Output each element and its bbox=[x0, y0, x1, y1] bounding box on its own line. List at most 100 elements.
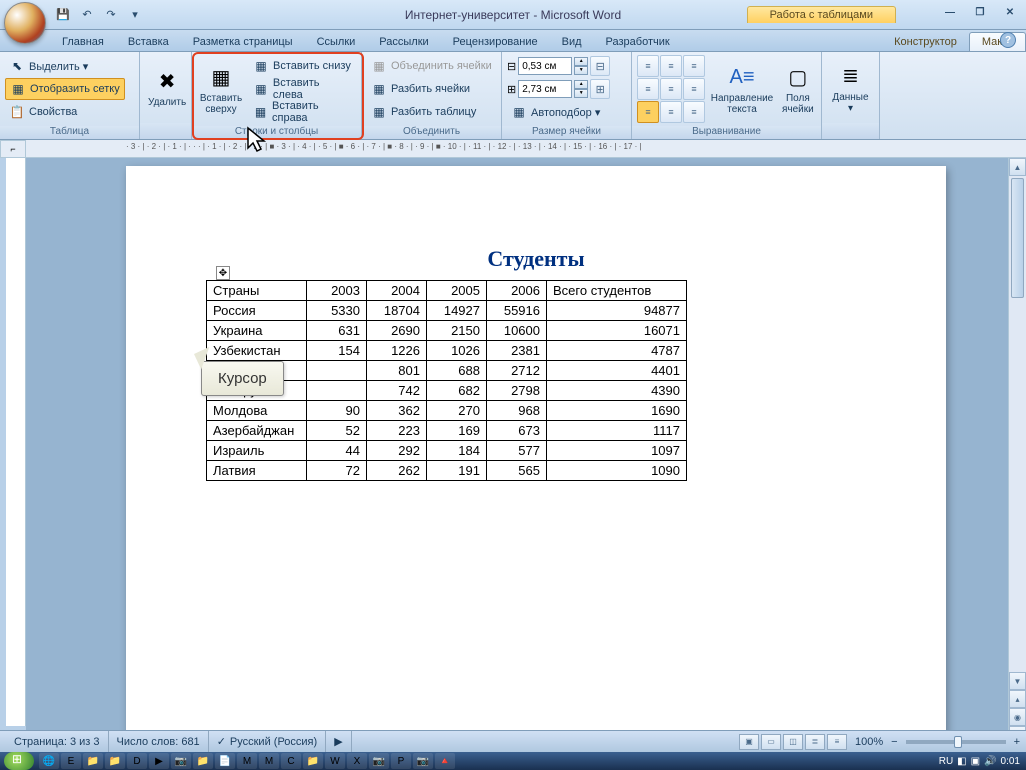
align-tr[interactable]: ≡ bbox=[683, 55, 705, 77]
taskbar-item[interactable]: D bbox=[127, 753, 147, 769]
select-button[interactable]: ⬉Выделить ▾ bbox=[5, 55, 125, 77]
align-br[interactable]: ≡ bbox=[683, 101, 705, 123]
align-ml[interactable]: ≡ bbox=[637, 78, 659, 100]
height-up[interactable]: ▲ bbox=[574, 57, 588, 66]
zoom-out-button[interactable]: − bbox=[891, 736, 897, 748]
table-cell[interactable]: 184 bbox=[427, 441, 487, 461]
table-header-cell[interactable]: 2006 bbox=[487, 281, 547, 301]
taskbar-item[interactable]: 📁 bbox=[83, 753, 103, 769]
table-cell[interactable]: Латвия bbox=[207, 461, 307, 481]
height-down[interactable]: ▼ bbox=[574, 66, 588, 75]
insert-left-button[interactable]: ▦Вставить слева bbox=[249, 78, 356, 100]
table-row[interactable]: Латвия722621915651090 bbox=[207, 461, 687, 481]
align-bl[interactable]: ≡ bbox=[637, 101, 659, 123]
status-macro[interactable]: ▶ bbox=[326, 731, 351, 752]
vertical-scrollbar[interactable]: ▲ ▼ ▴ ◉ ▾ bbox=[1008, 158, 1026, 744]
scroll-down-button[interactable]: ▼ bbox=[1009, 672, 1026, 690]
table-cell[interactable]: Азербайджан bbox=[207, 421, 307, 441]
table-cell[interactable]: 2712 bbox=[487, 361, 547, 381]
table-cell[interactable]: 10600 bbox=[487, 321, 547, 341]
help-icon[interactable]: ? bbox=[1000, 32, 1016, 48]
table-cell[interactable]: 1090 bbox=[547, 461, 687, 481]
tab-references[interactable]: Ссылки bbox=[305, 33, 368, 51]
table-header-cell[interactable]: 2003 bbox=[307, 281, 367, 301]
view-draft[interactable]: ≡ bbox=[827, 734, 847, 750]
table-cell[interactable] bbox=[307, 381, 367, 401]
width-up[interactable]: ▲ bbox=[574, 80, 588, 89]
table-cell[interactable]: 631 bbox=[307, 321, 367, 341]
table-cell[interactable] bbox=[307, 361, 367, 381]
taskbar-item[interactable]: E bbox=[61, 753, 81, 769]
tab-layout[interactable]: Макет bbox=[969, 32, 1026, 51]
taskbar-item[interactable]: 📷 bbox=[171, 753, 191, 769]
table-cell[interactable]: 1690 bbox=[547, 401, 687, 421]
close-button[interactable]: ✕ bbox=[1000, 4, 1020, 20]
table-cell[interactable]: 577 bbox=[487, 441, 547, 461]
insert-below-button[interactable]: ▦Вставить снизу bbox=[249, 55, 356, 77]
table-header-cell[interactable]: Всего студентов bbox=[547, 281, 687, 301]
table-cell[interactable]: 223 bbox=[367, 421, 427, 441]
table-cell[interactable]: 4401 bbox=[547, 361, 687, 381]
table-row[interactable]: Молдова903622709681690 bbox=[207, 401, 687, 421]
table-cell[interactable]: 4390 bbox=[547, 381, 687, 401]
align-tc[interactable]: ≡ bbox=[660, 55, 682, 77]
scroll-thumb[interactable] bbox=[1011, 178, 1024, 298]
tray-volume-icon[interactable]: 🔊 bbox=[984, 756, 996, 767]
delete-button[interactable]: ✖ Удалить bbox=[145, 55, 189, 120]
col-width-input[interactable] bbox=[518, 80, 572, 98]
view-outline[interactable]: ≣ bbox=[805, 734, 825, 750]
table-cell[interactable]: Молдова bbox=[207, 401, 307, 421]
cell-margins-button[interactable]: ▢ Поля ячейки bbox=[779, 55, 817, 123]
table-row[interactable]: Израиль442921845771097 bbox=[207, 441, 687, 461]
table-cell[interactable]: 1097 bbox=[547, 441, 687, 461]
table-cell[interactable]: 262 bbox=[367, 461, 427, 481]
taskbar-item[interactable]: C bbox=[281, 753, 301, 769]
view-gridlines-button[interactable]: ▦Отобразить сетку bbox=[5, 78, 125, 100]
tab-review[interactable]: Рецензирование bbox=[441, 33, 550, 51]
tab-view[interactable]: Вид bbox=[550, 33, 594, 51]
taskbar-item[interactable]: M bbox=[237, 753, 257, 769]
start-button[interactable] bbox=[4, 752, 34, 770]
autofit-button[interactable]: ▦Автоподбор ▾ bbox=[507, 101, 626, 123]
tab-page-layout[interactable]: Разметка страницы bbox=[181, 33, 305, 51]
table-cell[interactable]: 1226 bbox=[367, 341, 427, 361]
table-cell[interactable]: 18704 bbox=[367, 301, 427, 321]
table-row[interactable]: Россия533018704149275591694877 bbox=[207, 301, 687, 321]
qat-redo-icon[interactable]: ↷ bbox=[102, 6, 120, 24]
taskbar-item[interactable]: 📁 bbox=[105, 753, 125, 769]
table-row[interactable]: Узбекистан1541226102623814787 bbox=[207, 341, 687, 361]
taskbar-item[interactable]: 🌐 bbox=[39, 753, 59, 769]
align-bc[interactable]: ≡ bbox=[660, 101, 682, 123]
tab-mailings[interactable]: Рассылки bbox=[367, 33, 440, 51]
row-height-input[interactable] bbox=[518, 57, 572, 75]
status-words[interactable]: Число слов: 681 bbox=[109, 731, 209, 752]
table-cell[interactable]: 2798 bbox=[487, 381, 547, 401]
view-web[interactable]: ◫ bbox=[783, 734, 803, 750]
table-move-handle[interactable]: ✥ bbox=[216, 266, 230, 280]
status-page[interactable]: Страница: 3 из 3 bbox=[6, 731, 109, 752]
zoom-thumb[interactable] bbox=[954, 736, 962, 748]
insert-above-button[interactable]: ▦ Вставить сверху bbox=[197, 55, 245, 123]
table-cell[interactable]: 52 bbox=[307, 421, 367, 441]
status-language[interactable]: ✓Русский (Россия) bbox=[209, 731, 327, 752]
table-cell[interactable]: 90 bbox=[307, 401, 367, 421]
tab-insert[interactable]: Вставка bbox=[116, 33, 181, 51]
zoom-in-button[interactable]: + bbox=[1014, 736, 1020, 748]
tray-lang[interactable]: RU bbox=[939, 756, 953, 767]
taskbar-item[interactable]: ▶ bbox=[149, 753, 169, 769]
ruler-toggle[interactable]: ⌐ bbox=[0, 140, 26, 158]
table-cell[interactable]: 2150 bbox=[427, 321, 487, 341]
taskbar-item[interactable]: P bbox=[391, 753, 411, 769]
prev-page-button[interactable]: ▴ bbox=[1009, 690, 1026, 708]
tray-icon[interactable]: ▣ bbox=[971, 756, 980, 767]
tab-design[interactable]: Конструктор bbox=[882, 33, 969, 51]
table-cell[interactable]: Израиль bbox=[207, 441, 307, 461]
table-cell[interactable]: 742 bbox=[367, 381, 427, 401]
tray-time[interactable]: 0:01 bbox=[1001, 756, 1020, 767]
align-mr[interactable]: ≡ bbox=[683, 78, 705, 100]
table-cell[interactable]: 44 bbox=[307, 441, 367, 461]
table-header-cell[interactable]: 2004 bbox=[367, 281, 427, 301]
table-cell[interactable]: 94877 bbox=[547, 301, 687, 321]
table-header-cell[interactable]: Страны bbox=[207, 281, 307, 301]
minimize-button[interactable]: — bbox=[940, 4, 960, 20]
